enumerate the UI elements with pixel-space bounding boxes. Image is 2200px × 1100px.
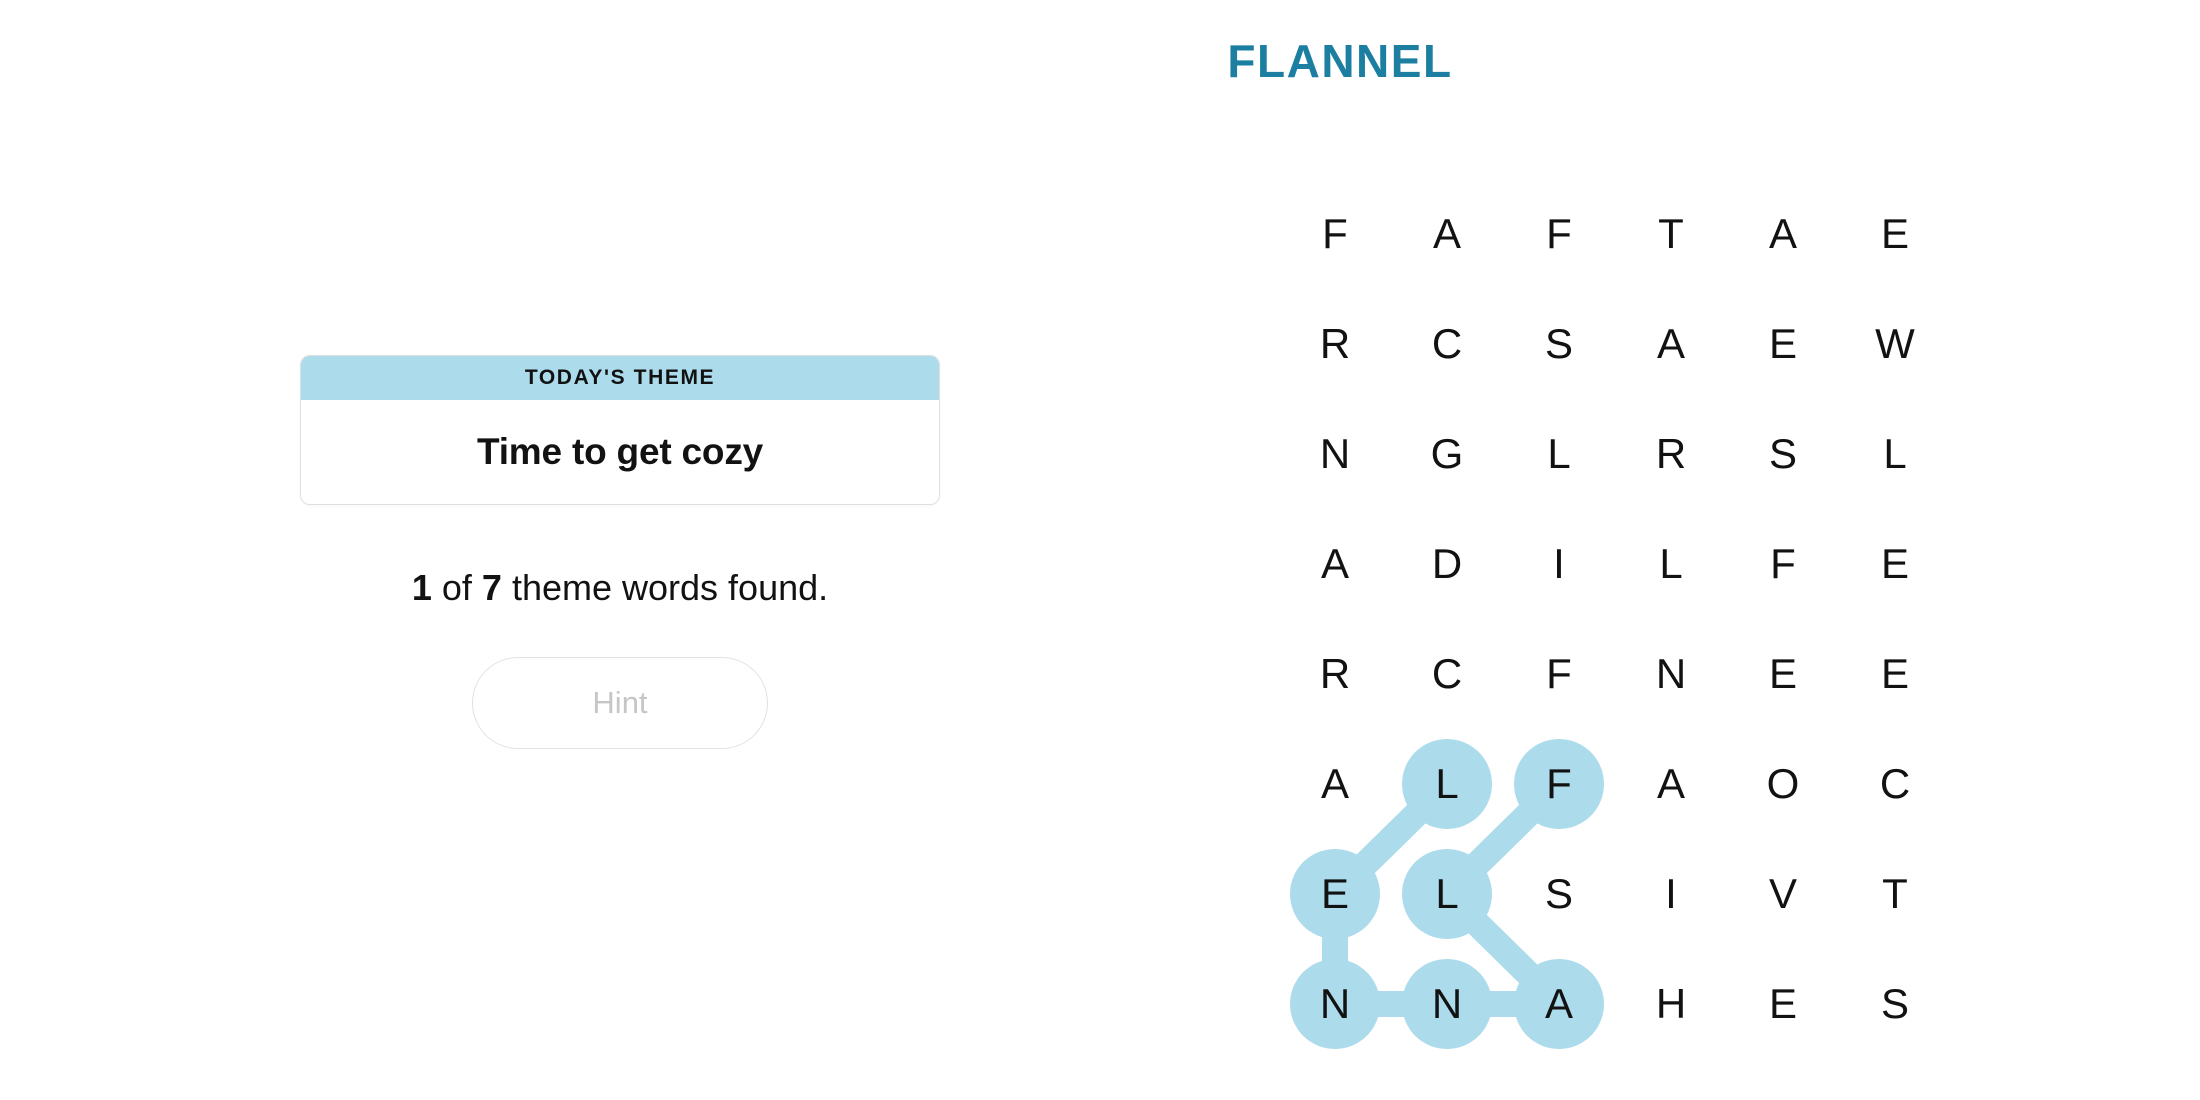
grid-cell-r2c1[interactable]: R — [1279, 289, 1391, 399]
grid-cell-r4c2[interactable]: D — [1391, 509, 1503, 619]
grid-cell-r7c4[interactable]: I — [1615, 839, 1727, 949]
grid-cell-r1c5[interactable]: A — [1727, 179, 1839, 289]
grid-cell-r8c4[interactable]: H — [1615, 949, 1727, 1059]
grid-cell-r7c5[interactable]: V — [1727, 839, 1839, 949]
hint-row: Hint — [300, 657, 940, 749]
grid-cell-r3c4[interactable]: R — [1615, 399, 1727, 509]
grid-cell-r2c2[interactable]: C — [1391, 289, 1503, 399]
grid-cell-r3c6[interactable]: L — [1839, 399, 1951, 509]
grid-cell-r8c2[interactable]: N — [1391, 949, 1503, 1059]
found-count: 1 — [411, 567, 432, 608]
grid-cell-r5c6[interactable]: E — [1839, 619, 1951, 729]
total-count: 7 — [481, 567, 502, 608]
todays-theme-header: TODAY'S THEME — [301, 356, 939, 400]
grid-cell-r5c1[interactable]: R — [1279, 619, 1391, 729]
grid-cell-r6c4[interactable]: A — [1615, 729, 1727, 839]
grid-cell-r7c1[interactable]: E — [1279, 839, 1391, 949]
grid-cell-r1c6[interactable]: E — [1839, 179, 1951, 289]
grid-cell-r3c2[interactable]: G — [1391, 399, 1503, 509]
progress-status: 1 of 7 theme words found. — [300, 567, 940, 609]
grid-cell-r5c3[interactable]: F — [1503, 619, 1615, 729]
theme-text: Time to get cozy — [476, 431, 763, 472]
grid-cell-r4c6[interactable]: E — [1839, 509, 1951, 619]
grid-cell-r3c1[interactable]: N — [1279, 399, 1391, 509]
grid-cell-r1c3[interactable]: F — [1503, 179, 1615, 289]
progress-suffix: theme words found. — [501, 567, 829, 608]
grid-cell-r4c3[interactable]: I — [1503, 509, 1615, 619]
grid-cell-r4c1[interactable]: A — [1279, 509, 1391, 619]
grid-cell-r2c4[interactable]: A — [1615, 289, 1727, 399]
grid-cell-r5c4[interactable]: N — [1615, 619, 1727, 729]
grid-cell-r1c2[interactable]: A — [1391, 179, 1503, 289]
grid-cell-r6c2[interactable]: L — [1391, 729, 1503, 839]
grid-cell-r5c2[interactable]: C — [1391, 619, 1503, 729]
grid-cell-r3c5[interactable]: S — [1727, 399, 1839, 509]
grid-cell-r6c1[interactable]: A — [1279, 729, 1391, 839]
grid-cell-r6c5[interactable]: O — [1727, 729, 1839, 839]
page-title: FLANNEL — [1227, 35, 1453, 87]
left-panel: TODAY'S THEME Time to get cozy 1 of 7 th… — [300, 355, 940, 749]
grid-cell-r2c5[interactable]: E — [1727, 289, 1839, 399]
word-search-page: TODAY'S THEME Time to get cozy 1 of 7 th… — [0, 0, 2200, 1100]
grid-cell-r7c2[interactable]: L — [1391, 839, 1503, 949]
todays-theme-card: TODAY'S THEME Time to get cozy — [300, 355, 940, 505]
grid-cell-r8c3[interactable]: A — [1503, 949, 1615, 1059]
grid-cell-r2c6[interactable]: W — [1839, 289, 1951, 399]
grid-cell-r6c3[interactable]: F — [1503, 729, 1615, 839]
grid-cell-r2c3[interactable]: S — [1503, 289, 1615, 399]
hint-button[interactable]: Hint — [472, 657, 768, 749]
grid-cell-r4c5[interactable]: F — [1727, 509, 1839, 619]
progress-middle: of — [431, 567, 482, 608]
grid-cell-r5c5[interactable]: E — [1727, 619, 1839, 729]
grid-cell-r1c4[interactable]: T — [1615, 179, 1727, 289]
grid-cell-r8c5[interactable]: E — [1727, 949, 1839, 1059]
grid-cell-r8c1[interactable]: N — [1279, 949, 1391, 1059]
todays-theme-body: Time to get cozy — [301, 400, 939, 504]
letter-grid[interactable]: FAFTAERCSAEWNGLRSLADILFERCFNEEALFAOCELSI… — [1279, 179, 1955, 1063]
grid-cell-r3c3[interactable]: L — [1503, 399, 1615, 509]
grid-cell-r8c6[interactable]: S — [1839, 949, 1951, 1059]
grid-cell-r7c6[interactable]: T — [1839, 839, 1951, 949]
grid-cell-r7c3[interactable]: S — [1503, 839, 1615, 949]
grid-cell-r4c4[interactable]: L — [1615, 509, 1727, 619]
grid-cell-r1c1[interactable]: F — [1279, 179, 1391, 289]
grid-cell-r6c6[interactable]: C — [1839, 729, 1951, 839]
